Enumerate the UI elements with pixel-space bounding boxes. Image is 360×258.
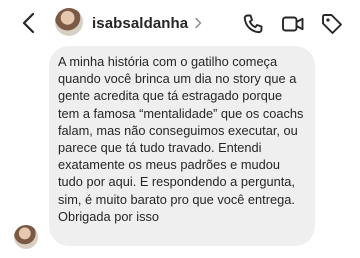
back-chevron-icon[interactable] — [20, 12, 38, 34]
profile-avatar[interactable] — [55, 8, 83, 36]
profile-link[interactable]: isabsaldanha — [92, 13, 202, 33]
message-text: A minha história com o gatilho começa qu… — [58, 54, 304, 224]
chat-header: isabsaldanha — [0, 0, 360, 46]
sender-avatar[interactable] — [14, 225, 38, 249]
phone-icon[interactable] — [241, 12, 265, 36]
message-bubble[interactable]: A minha história com o gatilho começa qu… — [49, 46, 315, 246]
username: isabsaldanha — [92, 14, 189, 32]
chevron-right-icon — [195, 17, 202, 29]
video-camera-icon[interactable] — [281, 12, 305, 36]
tag-icon[interactable] — [320, 12, 344, 36]
